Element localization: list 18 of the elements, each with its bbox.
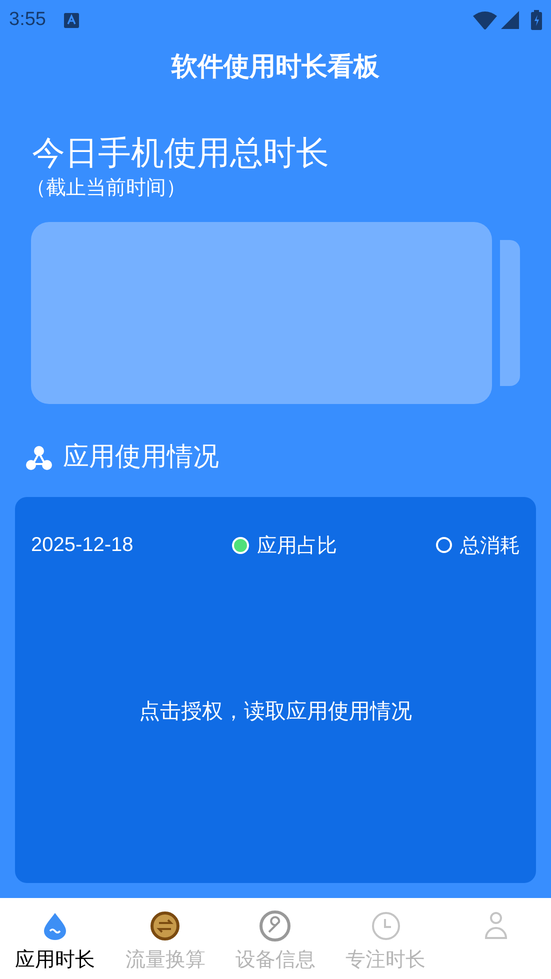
nav-tab[interactable]: 应用时长 bbox=[0, 898, 110, 979]
usage-date: 2025-12-18 bbox=[31, 533, 134, 558]
today-usage-title: 今日手机使用总时长 bbox=[32, 133, 330, 173]
status-time: 3:55 bbox=[9, 8, 46, 32]
clock-icon bbox=[370, 911, 401, 941]
wifi-icon bbox=[473, 10, 497, 30]
exchange-icon bbox=[150, 911, 180, 941]
today-usage-subtitle: （截止当前时间） bbox=[26, 174, 187, 201]
three-circles-icon bbox=[25, 444, 53, 472]
section-title: 应用使用情况 bbox=[63, 441, 219, 474]
legend-option[interactable]: 总消耗 bbox=[436, 530, 520, 560]
legend-option[interactable]: 应用占比 bbox=[232, 530, 338, 560]
app-title: 软件使用时长看板 bbox=[172, 51, 380, 84]
signal-icon bbox=[501, 11, 519, 29]
battery-icon bbox=[531, 10, 542, 30]
water-drop-icon bbox=[42, 912, 68, 940]
keyboard-icon bbox=[64, 12, 79, 28]
authorize-link[interactable]: 点击授权，读取应用使用情况 bbox=[139, 696, 412, 728]
